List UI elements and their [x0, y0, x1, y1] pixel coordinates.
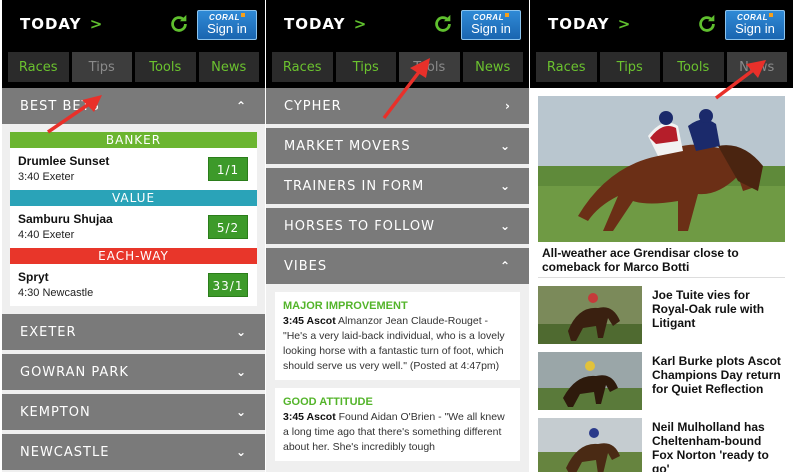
horse-racing-photo — [538, 96, 785, 242]
top-bar: TODAY > CORAL Sign in — [266, 0, 529, 48]
news-thumbnail — [538, 352, 642, 410]
top-bar: TODAY > CORAL Sign in — [530, 0, 793, 48]
news-item[interactable]: Joe Tuite vies for Royal-Oak rule with L… — [538, 286, 785, 344]
chevron-down-icon: ⌄ — [235, 445, 247, 459]
tab-tools[interactable]: Tools — [135, 52, 196, 82]
vibe-body: 3:45 Ascot Almanzor Jean Claude-Rouget -… — [283, 314, 512, 374]
accordion-label: VIBES — [284, 258, 328, 274]
hero-headline[interactable]: All-weather ace Grendisar close to comeb… — [538, 242, 785, 278]
chevron-down-icon: ⌄ — [235, 325, 247, 339]
chevron-right-icon: > — [353, 15, 368, 33]
news-item[interactable]: Karl Burke plots Ascot Champions Day ret… — [538, 352, 785, 410]
today-link[interactable]: TODAY > — [284, 15, 367, 33]
accordion-vibes[interactable]: VIBES ⌃ — [266, 248, 529, 284]
odds-button[interactable]: 5/2 — [208, 215, 248, 239]
news-item[interactable]: Neil Mulholland has Cheltenham-bound Fox… — [538, 418, 785, 472]
vibe-card: GOOD ATTITUDE 3:45 Ascot Found Aidan O'B… — [275, 388, 520, 461]
refresh-icon[interactable] — [432, 12, 454, 36]
accordion-label: NEWCASTLE — [20, 444, 110, 460]
accordion-label: TRAINERS IN FORM — [284, 178, 425, 194]
today-label: TODAY — [20, 15, 82, 33]
odds-button[interactable]: 33/1 — [208, 273, 248, 297]
tip-row[interactable]: Spryt 4:30 Newcastle 33/1 — [10, 264, 257, 306]
hero-image[interactable] — [538, 96, 785, 242]
accordion-market-movers[interactable]: MARKET MOVERS ⌄ — [266, 128, 529, 164]
tab-tips[interactable]: Tips — [599, 52, 660, 82]
sign-in-label: Sign in — [471, 21, 511, 36]
tab-tips[interactable]: Tips — [71, 52, 132, 82]
annotation-arrow-icon — [714, 60, 766, 100]
annotation-arrow-icon — [47, 95, 102, 134]
refresh-icon[interactable] — [168, 12, 190, 36]
chevron-up-icon: ⌃ — [499, 259, 511, 273]
chevron-down-icon: ⌄ — [499, 219, 511, 233]
vibe-race: 3:45 Ascot — [283, 411, 336, 423]
sign-in-label: Sign in — [735, 21, 775, 36]
accordion-label: GOWRAN PARK — [20, 364, 129, 380]
annotation-arrow-icon — [382, 58, 430, 120]
odds-button[interactable]: 1/1 — [208, 157, 248, 181]
chevron-down-icon: ⌄ — [235, 365, 247, 379]
sign-in-button[interactable]: CORAL Sign in — [461, 10, 521, 40]
tab-races[interactable]: Races — [272, 52, 333, 82]
vibe-race: 3:45 Ascot — [283, 315, 336, 327]
news-headline: Joe Tuite vies for Royal-Oak rule with L… — [652, 288, 765, 330]
chevron-right-icon: › — [505, 99, 511, 113]
chevron-down-icon: ⌄ — [499, 139, 511, 153]
news-thumbnail — [538, 418, 642, 472]
vibe-body: 3:45 Ascot Found Aidan O'Brien - "We all… — [283, 410, 512, 455]
tab-races[interactable]: Races — [8, 52, 69, 82]
news-thumbnail — [538, 286, 642, 344]
accordion-kempton[interactable]: KEMPTON ⌄ — [2, 394, 265, 430]
accordion-newcastle[interactable]: NEWCASTLE ⌄ — [2, 434, 265, 470]
category-each-way: EACH-WAY — [10, 248, 257, 264]
accordion-gowran-park[interactable]: GOWRAN PARK ⌄ — [2, 354, 265, 390]
vibe-title: MAJOR IMPROVEMENT — [283, 300, 408, 312]
news-screen: TODAY > CORALSign in Races Tips Tools Ne… — [530, 0, 793, 472]
vibe-card: MAJOR IMPROVEMENT 3:45 Ascot Almanzor Je… — [275, 292, 520, 380]
chevron-down-icon: ⌄ — [499, 179, 511, 193]
tips-screen: TODAY > CORAL Sign in Races Tips Tools Ne… — [2, 0, 265, 472]
tab-news[interactable]: News — [462, 52, 523, 82]
best-bets-list: BANKER Drumlee Sunset 3:40 Exeter 1/1 VA… — [10, 132, 257, 306]
accordion-label: MARKET MOVERS — [284, 138, 411, 154]
chevron-up-icon: ⌃ — [235, 99, 247, 113]
accordion-trainers-in-form[interactable]: TRAINERS IN FORM ⌄ — [266, 168, 529, 204]
category-value: VALUE — [10, 190, 257, 206]
tip-row[interactable]: Samburu Shujaa 4:40 Exeter 5/2 — [10, 206, 257, 248]
today-label: TODAY — [284, 15, 346, 33]
chevron-right-icon: > — [89, 15, 104, 33]
tools-screen: TODAY > CORAL Sign in Races Tips Tools Ne… — [266, 0, 529, 472]
vibe-title: GOOD ATTITUDE — [283, 396, 373, 408]
accordion-label: EXETER — [20, 324, 77, 340]
today-link[interactable]: TODAY > — [20, 15, 103, 33]
accordion-exeter[interactable]: EXETER ⌄ — [2, 314, 265, 350]
accordion-label: CYPHER — [284, 98, 342, 114]
accordion-label: HORSES TO FOLLOW — [284, 218, 436, 234]
today-label: TODAY — [548, 15, 610, 33]
top-bar: TODAY > CORAL Sign in — [2, 0, 265, 48]
sign-in-label: Sign in — [207, 21, 247, 36]
sign-in-button[interactable]: CORAL Sign in — [725, 10, 785, 40]
refresh-icon[interactable] — [696, 12, 718, 36]
tab-races[interactable]: Races — [536, 52, 597, 82]
accordion-label: KEMPTON — [20, 404, 91, 420]
tip-row[interactable]: Drumlee Sunset 3:40 Exeter 1/1 — [10, 148, 257, 190]
news-headline: Karl Burke plots Ascot Champions Day ret… — [652, 354, 781, 396]
sign-in-button[interactable]: CORAL Sign in — [197, 10, 257, 40]
chevron-down-icon: ⌄ — [235, 405, 247, 419]
tab-news[interactable]: News — [198, 52, 259, 82]
accordion-horses-to-follow[interactable]: HORSES TO FOLLOW ⌄ — [266, 208, 529, 244]
today-link[interactable]: TODAY > — [548, 15, 631, 33]
tab-bar: Races Tips Tools News — [2, 48, 265, 88]
chevron-right-icon: > — [617, 15, 632, 33]
news-headline: Neil Mulholland has Cheltenham-bound Fox… — [652, 420, 769, 472]
